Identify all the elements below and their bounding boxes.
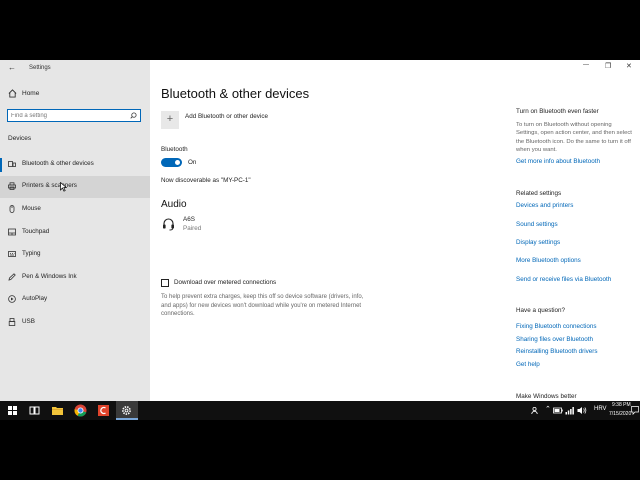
sidebar-item-mouse[interactable]: Mouse <box>0 199 150 221</box>
turn-on-text: To turn on Bluetooth without opening Set… <box>516 122 632 153</box>
network-icon[interactable] <box>565 406 574 415</box>
tray-chevron-icon[interactable]: ⌃ <box>545 405 551 413</box>
sidebar-item-autoplay[interactable]: AutoPlay <box>0 289 150 311</box>
pen-icon <box>8 273 16 281</box>
search-input[interactable] <box>11 111 121 120</box>
search-box[interactable] <box>7 109 141 122</box>
search-icon[interactable] <box>130 112 137 119</box>
task-view-icon[interactable] <box>27 403 42 418</box>
recorder-app-icon[interactable] <box>96 403 111 418</box>
home-label: Home <box>22 90 40 97</box>
add-device-button[interactable]: + Add Bluetooth or other device <box>161 111 361 129</box>
related-link-send-receive[interactable]: Send or receive files via Bluetooth <box>516 276 611 283</box>
section-title: Devices <box>8 135 32 142</box>
add-icon: + <box>161 111 179 129</box>
autoplay-icon <box>8 295 16 303</box>
related-link-more-bluetooth[interactable]: More Bluetooth options <box>516 257 581 264</box>
main-pane: — ❐ ✕ Bluetooth & other devices + Add Bl… <box>150 60 640 401</box>
usb-icon <box>8 318 16 326</box>
home-nav[interactable]: Home <box>0 86 150 102</box>
bluetooth-icon <box>8 161 16 167</box>
volume-icon[interactable] <box>577 406 587 415</box>
metered-checkbox-label: Download over metered connections <box>174 279 277 286</box>
sidebar-item-bluetooth[interactable]: Bluetooth & other devices <box>0 154 150 176</box>
audio-heading: Audio <box>161 199 187 210</box>
sidebar: ← Settings Home Devices Bluetooth & othe… <box>0 60 150 401</box>
notification-icon[interactable] <box>631 406 639 415</box>
mouse-icon <box>9 205 15 213</box>
better-heading: Make Windows better <box>516 393 577 400</box>
sidebar-item-printers[interactable]: Printers & scanners <box>0 176 150 198</box>
bluetooth-label: Bluetooth <box>161 146 188 153</box>
question-link-get-help[interactable]: Get help <box>516 361 540 368</box>
sidebar-item-label: Mouse <box>22 205 41 212</box>
close-button[interactable]: ✕ <box>626 62 632 70</box>
add-device-label: Add Bluetooth or other device <box>185 113 268 120</box>
mouse-cursor-icon <box>60 182 67 192</box>
clock-time[interactable]: 9:38 PM <box>612 402 631 408</box>
sidebar-item-usb[interactable]: USB <box>0 312 150 334</box>
sidebar-item-typing[interactable]: Typing <box>0 244 150 266</box>
sidebar-item-label: Pen & Windows Ink <box>22 273 77 280</box>
touchpad-icon <box>8 228 16 236</box>
question-link-sharing[interactable]: Sharing files over Bluetooth <box>516 336 593 343</box>
question-heading: Have a question? <box>516 307 566 314</box>
related-heading: Related settings <box>516 190 562 197</box>
headset-icon <box>163 218 174 231</box>
chrome-icon[interactable] <box>73 403 88 418</box>
file-explorer-icon[interactable] <box>50 403 65 418</box>
question-link-reinstalling[interactable]: Reinstalling Bluetooth drivers <box>516 348 598 355</box>
related-link-display[interactable]: Display settings <box>516 239 560 246</box>
windows-start-icon[interactable] <box>5 403 20 418</box>
taskbar: ⌃ HRV 9:38 PM 7/15/2020 <box>0 401 640 420</box>
sidebar-item-label: USB <box>22 318 35 325</box>
sidebar-item-label: Bluetooth & other devices <box>22 160 94 167</box>
active-app-underline <box>116 418 138 420</box>
related-link-sound[interactable]: Sound settings <box>516 221 558 228</box>
keyboard-icon <box>8 251 16 257</box>
related-link-devices-printers[interactable]: Devices and printers <box>516 202 573 209</box>
audio-device[interactable]: A6S Paired <box>161 215 311 235</box>
home-icon <box>8 89 17 98</box>
selected-indicator <box>0 158 2 172</box>
page-title: Bluetooth & other devices <box>161 86 310 101</box>
metered-checkbox[interactable] <box>161 279 169 287</box>
metered-description: To help prevent extra charges, keep this… <box>161 294 364 318</box>
settings-gear-icon[interactable] <box>119 403 134 418</box>
clock-date[interactable]: 7/15/2020 <box>609 411 631 417</box>
sidebar-item-label: AutoPlay <box>22 295 48 302</box>
bluetooth-state: On <box>188 159 197 166</box>
people-icon[interactable] <box>531 406 540 415</box>
language-indicator[interactable]: HRV <box>594 406 607 412</box>
sidebar-item-label: Typing <box>22 250 41 257</box>
minimize-button[interactable]: — <box>583 62 589 68</box>
settings-window: ← Settings Home Devices Bluetooth & othe… <box>0 60 640 401</box>
window-title: Settings <box>29 65 51 71</box>
battery-icon[interactable] <box>553 407 563 414</box>
restore-button[interactable]: ❐ <box>605 62 611 70</box>
audio-device-status: Paired <box>183 225 202 232</box>
bluetooth-toggle[interactable] <box>161 158 182 167</box>
more-info-link[interactable]: Get more info about Bluetooth <box>516 158 600 165</box>
discoverable-text: Now discoverable as "MY-PC-1" <box>161 177 251 184</box>
printer-icon <box>8 182 16 190</box>
question-link-fixing[interactable]: Fixing Bluetooth connections <box>516 323 597 330</box>
sidebar-item-label: Printers & scanners <box>22 182 77 189</box>
audio-device-name: A6S <box>183 216 195 223</box>
back-arrow-icon[interactable]: ← <box>8 63 16 72</box>
sidebar-item-touchpad[interactable]: Touchpad <box>0 222 150 244</box>
sidebar-item-label: Touchpad <box>22 228 50 235</box>
toggle-knob <box>175 160 180 165</box>
sidebar-item-pen[interactable]: Pen & Windows Ink <box>0 267 150 289</box>
turn-on-heading: Turn on Bluetooth even faster <box>516 108 599 115</box>
